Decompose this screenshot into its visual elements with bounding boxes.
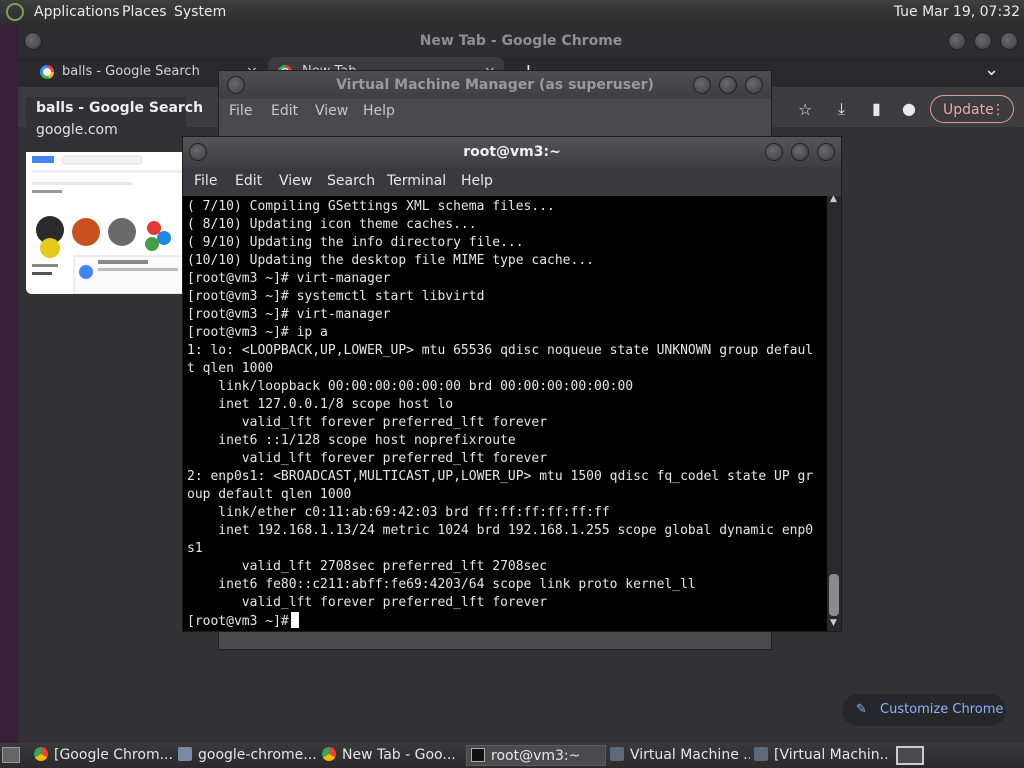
- close-window-button[interactable]: [745, 76, 763, 94]
- terminal-line: valid_lft forever preferred_lft forever: [187, 595, 548, 610]
- terminal-line: [root@vm3 ~]# virt-manager: [187, 307, 391, 322]
- maximize-button[interactable]: [719, 76, 737, 94]
- taskbar-item-google-chrome-1[interactable]: [Google Chrom...: [34, 745, 174, 766]
- bottom-taskbar: [Google Chrom... google-chrome... New Ta…: [0, 743, 1024, 768]
- minimize-button[interactable]: [765, 143, 783, 161]
- terminal-line: oup default qlen 1000: [187, 487, 352, 502]
- maximize-button[interactable]: [791, 143, 809, 161]
- terminal-line: t qlen 1000: [187, 361, 274, 376]
- chrome-titlebar[interactable]: New Tab - Google Chrome: [18, 25, 1024, 57]
- terminal-line: (10/10) Updating the desktop file MIME t…: [187, 253, 594, 268]
- terminal-line: inet6 fe80::c211:abff:fe69:4203/64 scope…: [187, 577, 696, 592]
- search-results-thumbnail: [26, 152, 186, 294]
- menu-system[interactable]: System: [174, 4, 226, 20]
- terminal-icon: [471, 748, 485, 762]
- window-menu-button[interactable]: [24, 32, 42, 50]
- top-panel: Applications Places System Tue Mar 19, 0…: [0, 0, 1024, 25]
- tab-search-dropdown[interactable]: ⌄: [984, 59, 999, 80]
- vmm-icon: [754, 747, 768, 761]
- terminal-output[interactable]: ( 7/10) Compiling GSettings XML schema f…: [183, 196, 827, 631]
- google-favicon-icon: [40, 65, 54, 79]
- taskbar-item-virt-manager[interactable]: Virtual Machine ...: [610, 745, 750, 766]
- tab-label: balls - Google Search: [62, 64, 200, 79]
- terminal-line: [root@vm3 ~]# ip a: [187, 325, 328, 340]
- distro-logo-icon[interactable]: [6, 3, 24, 21]
- show-desktop-icon[interactable]: [2, 747, 20, 763]
- scrollbar-thumb[interactable]: [829, 574, 839, 616]
- hover-card-title: balls - Google Search: [36, 100, 204, 116]
- terminal-line: 1: lo: <LOOPBACK,UP,LOWER_UP> mtu 65536 …: [187, 343, 814, 358]
- update-label: Update: [943, 102, 994, 118]
- taskbar-item-google-chrome-pkg[interactable]: google-chrome...: [178, 745, 318, 766]
- terminal-menu-file[interactable]: File: [194, 173, 217, 189]
- pencil-icon: ✎: [856, 702, 867, 717]
- vmm-titlebar[interactable]: Virtual Machine Manager (as superuser): [219, 71, 771, 99]
- text-cursor: [290, 612, 299, 628]
- chrome-icon: [322, 747, 336, 761]
- window-menu-button[interactable]: [227, 76, 245, 94]
- maximize-button[interactable]: [974, 32, 992, 50]
- vmm-menu-file[interactable]: File: [229, 103, 252, 119]
- terminal-line: valid_lft forever preferred_lft forever: [187, 415, 548, 430]
- download-icon[interactable]: ⤓: [838, 99, 845, 119]
- side-panel-icon[interactable]: ▮: [872, 99, 881, 118]
- terminal-menubar: File Edit View Search Terminal Help: [183, 167, 841, 195]
- close-window-button[interactable]: [817, 143, 835, 161]
- terminal-scrollbar[interactable]: ▲ ▼: [827, 194, 841, 631]
- hover-card-url: google.com: [36, 122, 118, 138]
- close-window-button[interactable]: [1000, 32, 1018, 50]
- taskbar-item-new-tab[interactable]: New Tab - Goo...: [322, 745, 462, 766]
- more-menu-icon[interactable]: ⋮: [991, 96, 1005, 124]
- terminal-line: link/ether c0:11:ab:69:42:03 brd ff:ff:f…: [187, 505, 610, 520]
- taskbar-item-virt-manager-2[interactable]: [Virtual Machin...: [754, 745, 890, 766]
- vmm-menu-view[interactable]: View: [315, 103, 348, 119]
- terminal-line: ( 9/10) Updating the info directory file…: [187, 235, 524, 250]
- terminal-line: [root@vm3 ~]# virt-manager: [187, 271, 391, 286]
- taskbar-item-terminal[interactable]: root@vm3:~: [466, 745, 606, 766]
- menu-places[interactable]: Places: [122, 4, 167, 20]
- customize-chrome-label: Customize Chrome: [880, 702, 1004, 717]
- terminal-prompt-line[interactable]: [root@vm3 ~]#: [187, 612, 299, 631]
- terminal-prompt: [root@vm3 ~]#: [187, 614, 289, 629]
- terminal-menu-view[interactable]: View: [279, 173, 312, 189]
- terminal-menu-help[interactable]: Help: [461, 173, 493, 189]
- panel-clock[interactable]: Tue Mar 19, 07:32: [894, 4, 1020, 20]
- terminal-line: valid_lft forever preferred_lft forever: [187, 451, 548, 466]
- terminal-line: inet6 ::1/128 scope host noprefixroute: [187, 433, 516, 448]
- chrome-icon: [34, 747, 48, 761]
- minimize-button[interactable]: [948, 32, 966, 50]
- vmm-icon: [610, 747, 624, 761]
- scroll-up-arrow-icon[interactable]: ▲: [830, 194, 837, 204]
- scroll-down-arrow-icon[interactable]: ▼: [830, 618, 837, 628]
- terminal-menu-edit[interactable]: Edit: [235, 173, 262, 189]
- terminal-line: 2: enp0s1: <BROADCAST,MULTICAST,UP,LOWER…: [187, 469, 814, 484]
- bookmark-star-icon[interactable]: ☆: [798, 100, 812, 119]
- terminal-line: ( 7/10) Compiling GSettings XML schema f…: [187, 199, 555, 214]
- terminal-line: [root@vm3 ~]# systemctl start libvirtd: [187, 289, 485, 304]
- menu-applications[interactable]: Applications: [34, 4, 120, 20]
- minimize-button[interactable]: [693, 76, 711, 94]
- vmm-menubar: File Edit View Help: [219, 99, 771, 125]
- terminal-line: inet 127.0.0.1/8 scope host lo: [187, 397, 454, 412]
- update-button[interactable]: Update ⋮: [930, 95, 1014, 123]
- terminal-menu-search[interactable]: Search: [327, 173, 375, 189]
- customize-chrome-button[interactable]: ✎ Customize Chrome: [842, 694, 1006, 726]
- hover-card-preview: [26, 152, 186, 294]
- vmm-menu-help[interactable]: Help: [363, 103, 395, 119]
- terminal-titlebar[interactable]: root@vm3:~: [183, 137, 841, 167]
- terminal-line: inet 192.168.1.13/24 metric 1024 brd 192…: [187, 523, 814, 538]
- window-menu-button[interactable]: [189, 143, 207, 161]
- terminal-window: root@vm3:~ File Edit View Search Termina…: [182, 136, 842, 632]
- terminal-line: link/loopback 00:00:00:00:00:00 brd 00:0…: [187, 379, 634, 394]
- vmm-menu-edit[interactable]: Edit: [271, 103, 298, 119]
- terminal-line: s1: [187, 541, 203, 556]
- terminal-line: ( 8/10) Updating icon theme caches...: [187, 217, 477, 232]
- terminal-line: valid_lft 2708sec preferred_lft 2708sec: [187, 559, 548, 574]
- package-icon: [178, 747, 192, 761]
- desktop-background: [0, 25, 18, 745]
- profile-icon[interactable]: ●: [902, 99, 916, 118]
- terminal-menu-terminal[interactable]: Terminal: [387, 173, 446, 189]
- workspace-switcher[interactable]: [896, 746, 924, 765]
